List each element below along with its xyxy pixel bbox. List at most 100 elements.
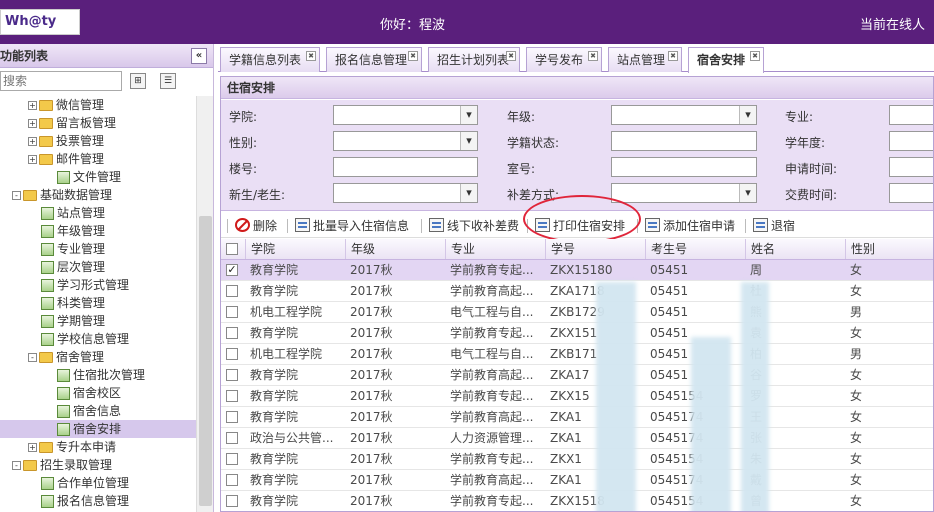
tree-item[interactable]: 层次管理 [0, 258, 196, 276]
table-row[interactable]: 机电工程学院2017秋电气工程与自...ZKB172905451熊男 [221, 302, 933, 323]
table-row[interactable]: 教育学院2017秋学前教育专起...ZKX10545154朱女 [221, 449, 933, 470]
tree-item[interactable]: 合作单位管理 [0, 474, 196, 492]
tree-item[interactable]: + 邮件管理 [0, 150, 196, 168]
tree-item[interactable]: - 基础数据管理 [0, 186, 196, 204]
tree-item[interactable]: + 专升本申请 [0, 438, 196, 456]
major-input[interactable] [889, 105, 933, 125]
tab-3[interactable]: 招生计划列表 ✖ [428, 47, 520, 72]
row-checkbox[interactable] [226, 390, 238, 402]
apply-time-input[interactable] [889, 157, 933, 177]
tree-item[interactable]: 学校信息管理 [0, 330, 196, 348]
expand-icon[interactable]: + [28, 119, 37, 128]
tab-2[interactable]: 报名信息管理 ✖ [326, 47, 422, 72]
delete-button[interactable]: 删除 [235, 217, 277, 235]
pay-method-select[interactable] [611, 183, 757, 203]
new-old-select[interactable] [333, 183, 478, 203]
search-collapse-icon[interactable]: ☰ [160, 73, 176, 89]
table-row[interactable]: 教育学院2017秋学前教育高起...ZKA171805451杜女 [221, 281, 933, 302]
batch-import-button[interactable]: 批量导入住宿信息 [295, 217, 409, 235]
search-input[interactable] [0, 71, 122, 91]
tree-item[interactable]: + 投票管理 [0, 132, 196, 150]
tab-6[interactable]: 宿舍安排 ✖ [688, 47, 764, 73]
table-row[interactable]: ✓ 教育学院 2017秋 学前教育专起... ZKX15180 05451 周 女 [221, 260, 933, 281]
tree-item[interactable]: + 微信管理 [0, 96, 196, 114]
collapse-sidebar-button[interactable]: « [191, 48, 207, 64]
table-row[interactable]: 教育学院2017秋学前教育高起...ZKA10545174戴女 [221, 470, 933, 491]
offline-pay-button[interactable]: 线下收补差费 [429, 217, 519, 235]
column-header[interactable]: 性别 [845, 239, 933, 259]
table-row[interactable]: 教育学院2017秋学前教育专起...ZKX150545154罗女 [221, 386, 933, 407]
year-input[interactable] [889, 131, 933, 151]
grade-select[interactable] [611, 105, 757, 125]
building-input[interactable] [333, 157, 478, 177]
row-checkbox[interactable] [226, 306, 238, 318]
row-checkbox[interactable] [226, 495, 238, 507]
gender-select[interactable] [333, 131, 478, 151]
row-checkbox[interactable] [226, 348, 238, 360]
column-header[interactable]: 专业 [445, 239, 545, 259]
tab-label: 学号发布 [535, 53, 584, 67]
column-header[interactable]: 年级 [345, 239, 445, 259]
tab-4[interactable]: 学号发布 ✖ [526, 47, 602, 72]
room-input[interactable] [611, 157, 757, 177]
row-checkbox[interactable] [226, 453, 238, 465]
tree-item[interactable]: 住宿批次管理 [0, 366, 196, 384]
select-all-checkbox[interactable] [226, 243, 238, 255]
table-row[interactable]: 教育学院2017秋学前教育高起...ZKA1705451谷女 [221, 365, 933, 386]
tree-item[interactable]: - 招生录取管理 [0, 456, 196, 474]
checkout-button[interactable]: 退宿 [753, 217, 795, 235]
row-checkbox[interactable] [226, 474, 238, 486]
collapse-icon[interactable]: - [12, 461, 21, 470]
expand-icon[interactable]: + [28, 101, 37, 110]
tree-item[interactable]: 年级管理 [0, 222, 196, 240]
sidebar-scrollbar[interactable] [196, 96, 213, 512]
tree-item[interactable]: 报名信息管理 [0, 492, 196, 510]
tree-item[interactable]: 文件管理 [0, 168, 196, 186]
table-row[interactable]: 教育学院2017秋学前教育专起...ZKX15180545154曾女 [221, 491, 933, 511]
expand-icon[interactable]: + [28, 443, 37, 452]
tree-item[interactable]: + 留言板管理 [0, 114, 196, 132]
grade-label: 年级: [507, 110, 536, 124]
close-tab-icon[interactable]: ✖ [506, 51, 516, 61]
table-row[interactable]: 机电工程学院2017秋电气工程与自...ZKB17105451柏男 [221, 344, 933, 365]
pay-time-input[interactable] [889, 183, 933, 203]
column-header[interactable]: 学院 [245, 239, 345, 259]
tree-item[interactable]: 学习形式管理 [0, 276, 196, 294]
column-header[interactable]: 考生号 [645, 239, 745, 259]
close-tab-icon[interactable]: ✖ [306, 51, 316, 61]
status-input[interactable] [611, 131, 757, 151]
row-checkbox[interactable] [226, 369, 238, 381]
expand-icon[interactable]: + [28, 137, 37, 146]
column-header[interactable]: 姓名 [745, 239, 845, 259]
tree-item[interactable]: 宿舍信息 [0, 402, 196, 420]
tree-item[interactable]: 宿舍安排 [0, 420, 196, 438]
scrollbar-thumb[interactable] [199, 216, 212, 506]
tab-1[interactable]: 学籍信息列表 ✖ [220, 47, 320, 72]
close-tab-icon[interactable]: ✖ [750, 51, 760, 61]
add-application-button[interactable]: 添加住宿申请 [645, 217, 735, 235]
tree-item[interactable]: 学期管理 [0, 312, 196, 330]
close-tab-icon[interactable]: ✖ [588, 51, 598, 61]
close-tab-icon[interactable]: ✖ [408, 51, 418, 61]
close-tab-icon[interactable]: ✖ [668, 51, 678, 61]
collapse-icon[interactable]: - [28, 353, 37, 362]
row-checkbox[interactable]: ✓ [226, 264, 238, 276]
row-checkbox[interactable] [226, 327, 238, 339]
collapse-icon[interactable]: - [12, 191, 21, 200]
search-expand-icon[interactable]: ⊞ [130, 73, 146, 89]
tree-item[interactable]: - 宿舍管理 [0, 348, 196, 366]
row-checkbox[interactable] [226, 432, 238, 444]
expand-icon[interactable]: + [28, 155, 37, 164]
row-checkbox[interactable] [226, 285, 238, 297]
tab-5[interactable]: 站点管理 ✖ [608, 47, 682, 72]
tree-item[interactable]: 站点管理 [0, 204, 196, 222]
column-header[interactable]: 学号 [545, 239, 645, 259]
row-checkbox[interactable] [226, 411, 238, 423]
tree-item[interactable]: 专业管理 [0, 240, 196, 258]
table-row[interactable]: 教育学院2017秋学前教育高起...ZKA10545174王女 [221, 407, 933, 428]
table-row[interactable]: 政治与公共管...2017秋人力资源管理...ZKA10545174张女 [221, 428, 933, 449]
tree-item[interactable]: 科类管理 [0, 294, 196, 312]
college-select[interactable] [333, 105, 478, 125]
tree-item[interactable]: 宿舍校区 [0, 384, 196, 402]
table-row[interactable]: 教育学院2017秋学前教育专起...ZKX15105451袁女 [221, 323, 933, 344]
